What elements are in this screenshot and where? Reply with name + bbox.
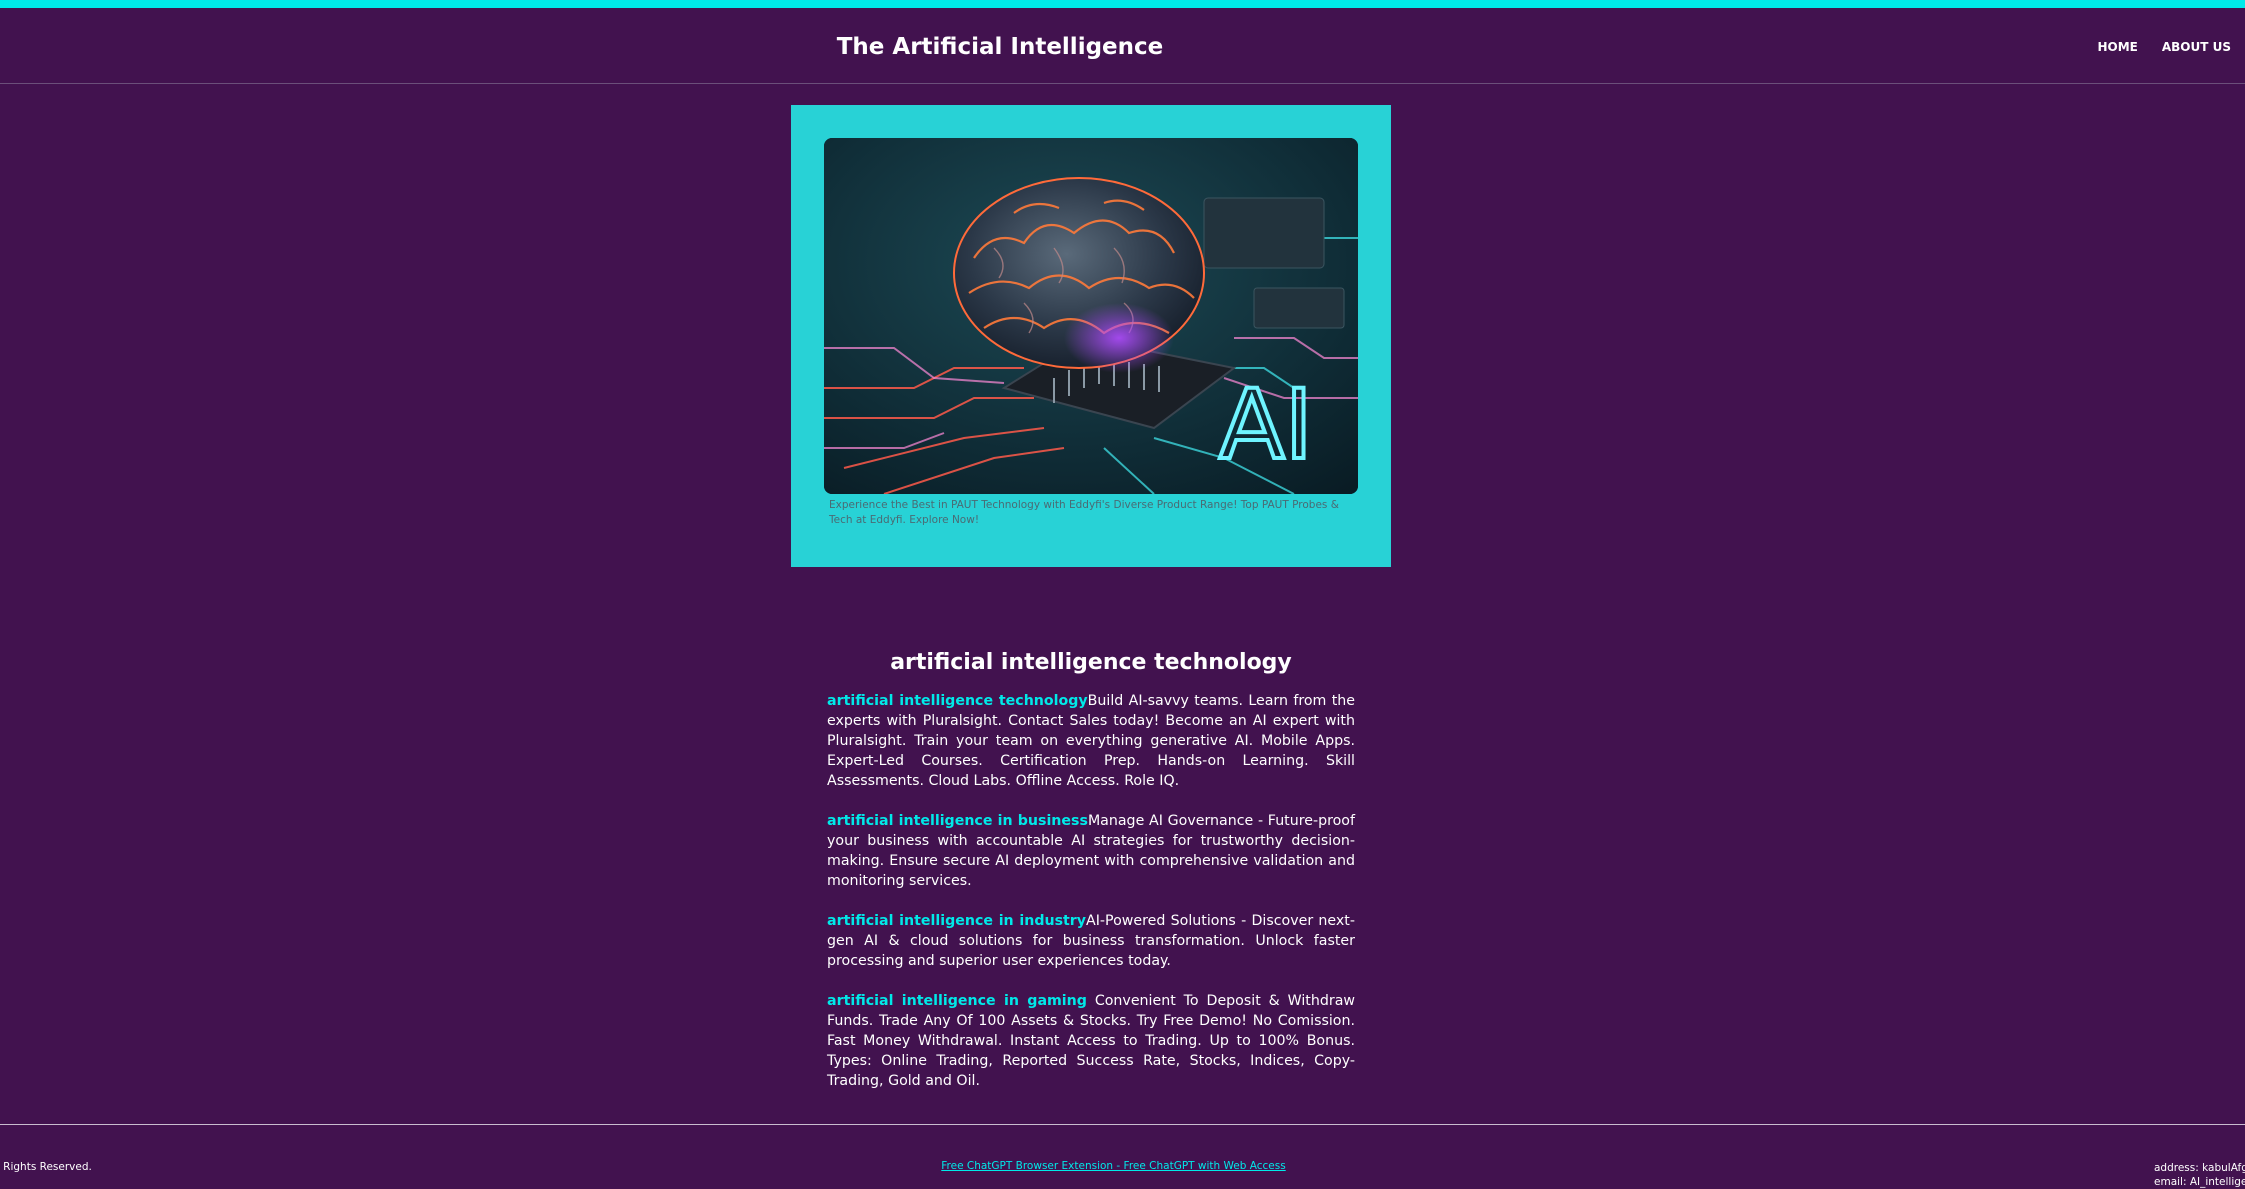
paragraph-keyword: artificial intelligence technology <box>827 693 1088 709</box>
hero-card: AI Experience the Best in PAUT Technolog… <box>791 105 1391 567</box>
main-nav: HOME ABOUT US <box>2097 40 2231 54</box>
article-paragraph: artificial intelligence in industryAI-Po… <box>827 911 1355 971</box>
article-paragraph: artificial intelligence technologyBuild … <box>827 691 1355 791</box>
article-paragraph: artificial intelligence in businessManag… <box>827 811 1355 891</box>
site-title: The Artificial Intelligence <box>836 34 1164 60</box>
article: artificial intelligence technology artif… <box>827 650 1355 1111</box>
nav-about-link[interactable]: ABOUT US <box>2162 40 2231 54</box>
nav-home-link[interactable]: HOME <box>2097 40 2137 54</box>
svg-text:AI: AI <box>1219 369 1313 481</box>
footer-extension-link[interactable]: Free ChatGPT Browser Extension - Free Ch… <box>941 1160 1285 1172</box>
paragraph-keyword: artificial intelligence in industry <box>827 913 1087 929</box>
site-header: The Artificial Intelligence HOME ABOUT U… <box>0 8 2245 84</box>
hero-image: AI <box>824 138 1358 494</box>
footer-contact: address: kabulAfghanistan email: AI_inte… <box>2154 1161 2245 1189</box>
paragraph-keyword: artificial intelligence in business <box>827 813 1088 829</box>
footer-email: email: AI_intelligence <box>2154 1176 2245 1188</box>
hero-caption: Experience the Best in PAUT Technology w… <box>829 499 1339 526</box>
article-paragraph: artificial intelligence in gaming Conven… <box>827 991 1355 1091</box>
footer-address: address: kabulAfghanistan <box>2154 1162 2245 1174</box>
article-heading: artificial intelligence technology <box>890 650 1292 675</box>
top-accent-bar <box>0 0 2245 8</box>
footer-divider <box>0 1124 2245 1125</box>
paragraph-keyword: artificial intelligence in gaming <box>827 993 1087 1009</box>
